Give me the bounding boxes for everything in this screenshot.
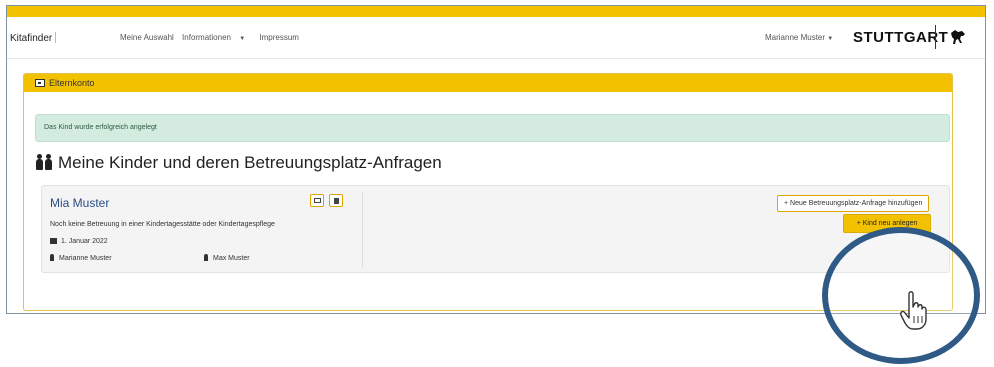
birthday-cake-icon: [50, 238, 57, 244]
user-menu[interactable]: Marianne Muster ▼: [765, 33, 833, 42]
user-name: Marianne Muster: [765, 33, 826, 42]
delete-child-button[interactable]: [329, 194, 343, 207]
nav-impressum[interactable]: Impressum: [259, 33, 299, 42]
card-divider: [362, 192, 363, 268]
birthdate-text: 1. Januar 2022: [61, 238, 108, 245]
trash-icon: [334, 198, 339, 204]
person-icon: [50, 254, 54, 261]
brand-accent: [55, 32, 57, 43]
parent-1-name: Marianne Muster: [59, 255, 112, 262]
main-nav: Meine Auswahl Informationen ▼ Impressum: [120, 33, 305, 42]
message-button[interactable]: [310, 194, 324, 207]
parent-1: Marianne Muster: [50, 254, 112, 262]
panel-title: Elternkonto: [49, 78, 95, 88]
stuttgart-horse-icon: [951, 30, 965, 44]
chevron-down-icon: ▼: [827, 36, 834, 42]
logo-divider: [935, 25, 936, 49]
success-alert-text: Das Kind wurde erfolgreich angelegt: [44, 124, 157, 131]
parent-2-name: Max Muster: [213, 255, 250, 262]
care-status: Noch keine Betreuung in einer Kindertage…: [50, 221, 275, 228]
brand[interactable]: Kitafinder: [10, 32, 57, 44]
page-title-text: Meine Kinder und deren Betreuungsplatz-A…: [58, 153, 442, 172]
nav-meine-auswahl[interactable]: Meine Auswahl: [120, 33, 174, 42]
success-alert: Das Kind wurde erfolgreich angelegt: [35, 114, 950, 142]
people-icon: [36, 154, 56, 170]
birthdate: 1. Januar 2022: [50, 238, 108, 245]
envelope-icon: [314, 198, 321, 203]
nav-informationen-label: Informationen: [182, 33, 231, 42]
child-card: Mia Muster Noch keine Betreuung in einer…: [41, 185, 950, 273]
panel-header: Elternkonto: [24, 74, 952, 92]
hand-cursor-icon: [900, 291, 927, 330]
navbar: Kitafinder Meine Auswahl Informationen ▼…: [7, 17, 985, 59]
child-name-link[interactable]: Mia Muster: [50, 196, 109, 210]
parent-account-panel: Elternkonto Das Kind wurde erfolgreich a…: [23, 73, 953, 311]
nav-informationen[interactable]: Informationen ▼: [182, 33, 251, 42]
page-title: Meine Kinder und deren Betreuungsplatz-A…: [36, 153, 442, 173]
add-care-request-button[interactable]: + Neue Betreuungsplatz-Anfrage hinzufüge…: [777, 195, 930, 212]
top-accent-bar: [7, 6, 985, 17]
person-icon: [204, 254, 208, 261]
brand-label: Kitafinder: [10, 33, 53, 44]
chevron-down-icon: ▼: [239, 36, 246, 42]
parent-2: Max Muster: [204, 254, 250, 262]
id-card-icon: [35, 79, 45, 87]
